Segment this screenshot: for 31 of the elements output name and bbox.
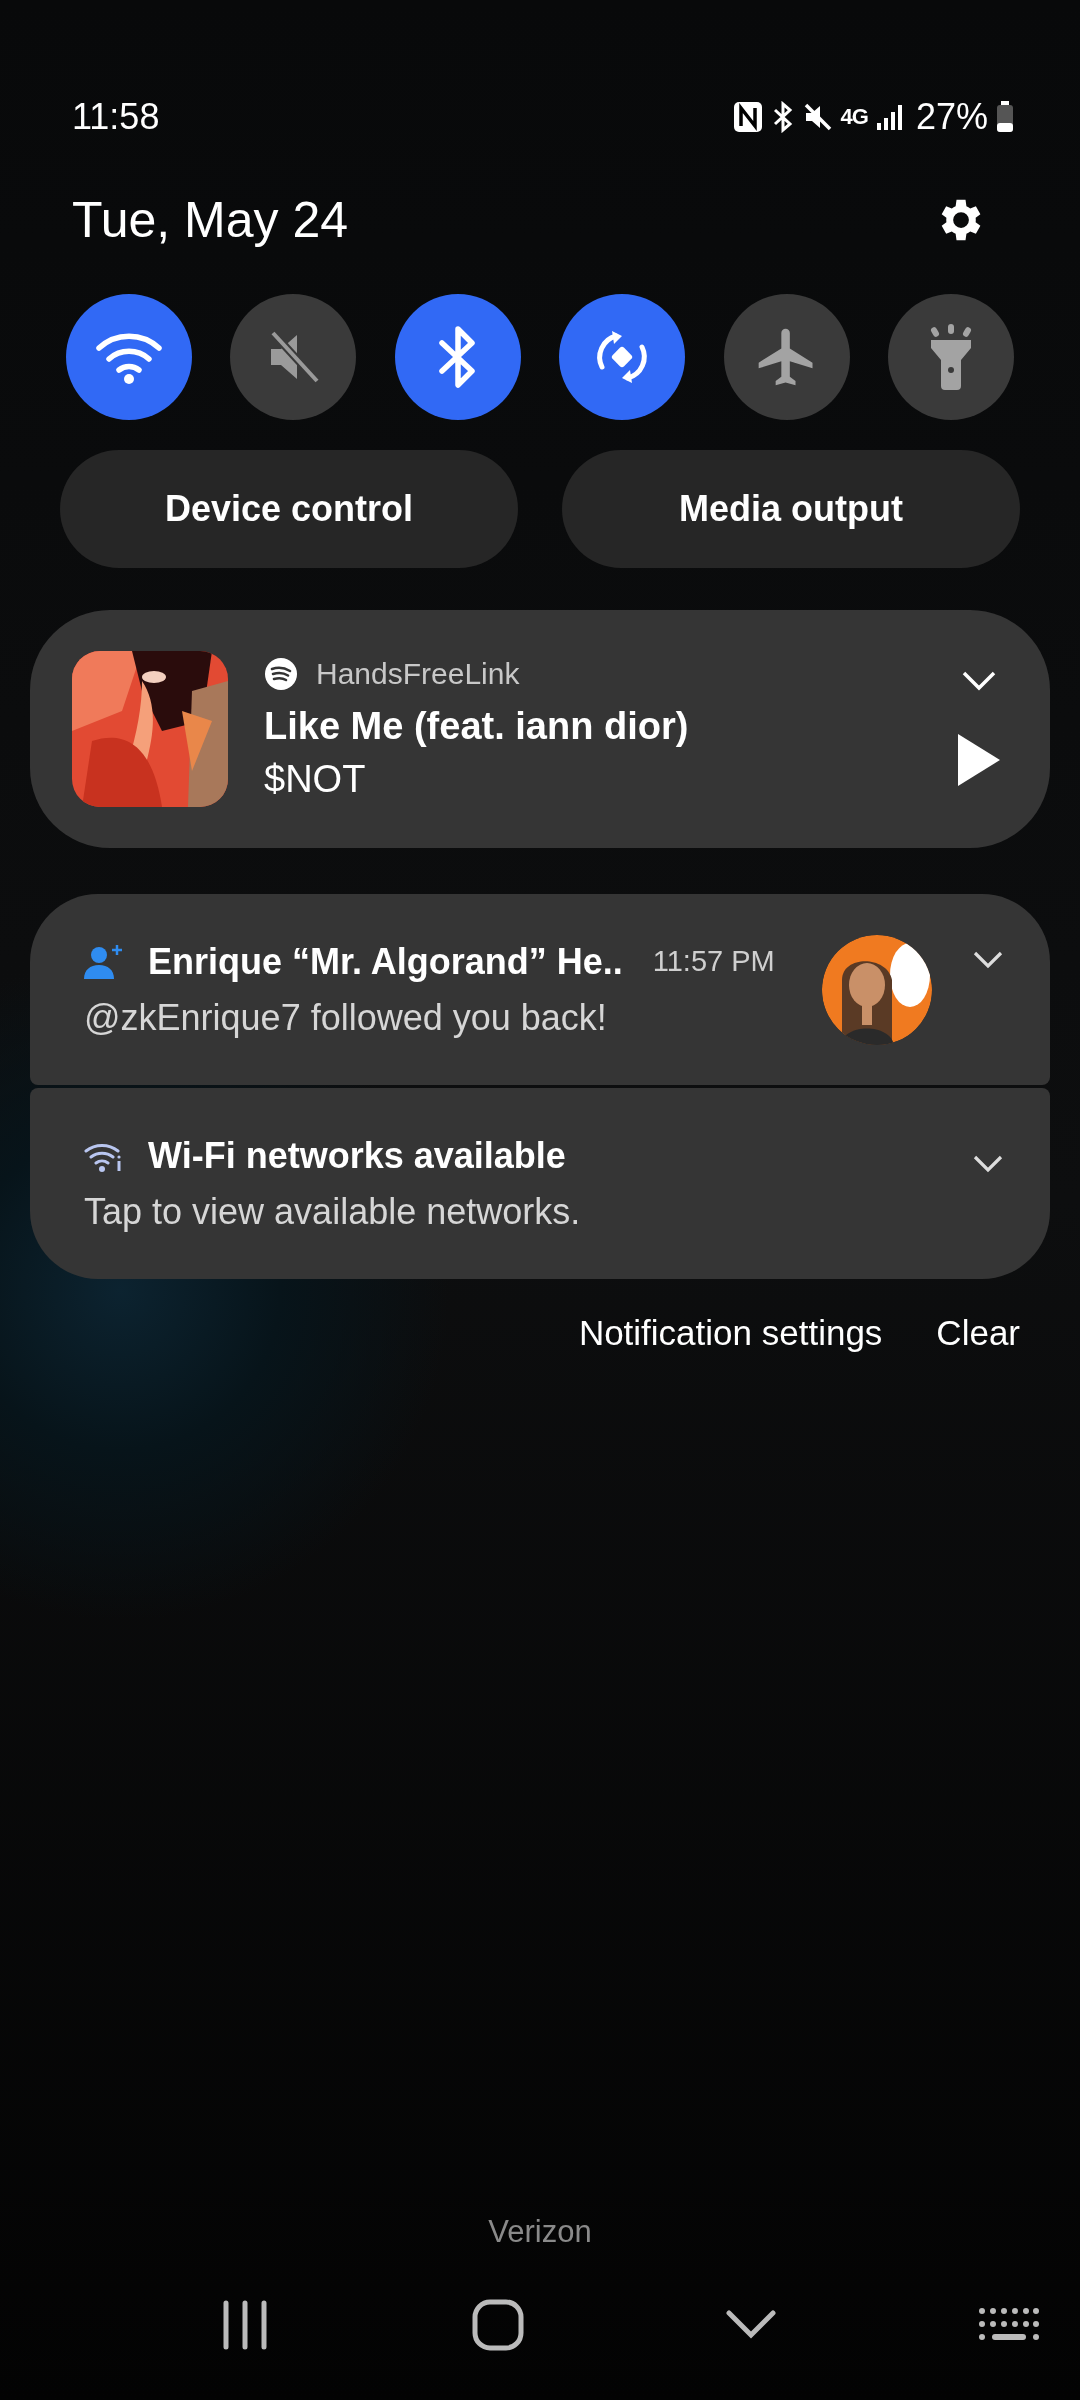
notification-title: Enrique “Mr. Algorand” He.. <box>148 940 623 983</box>
expand-icon[interactable] <box>972 1154 1004 1174</box>
song-artist: $NOT <box>264 758 367 801</box>
battery-percent: 27% <box>915 96 988 138</box>
shortcut-button[interactable]: Media output <box>562 450 1020 568</box>
song-title: Like Me (feat. iann dior) <box>264 705 690 748</box>
notification-card[interactable]: Enrique “Mr. Algorand” He.. 11:57 PM @zkEnrique7 followed you back! <box>30 894 1050 1085</box>
music-app-icon <box>264 657 298 691</box>
shortcut-button[interactable]: Device control <box>60 450 518 568</box>
back-icon[interactable] <box>725 2309 778 2341</box>
status-time: 11:58 <box>72 96 160 138</box>
notification-time: 11:57 PM <box>652 945 775 978</box>
nfc-icon <box>732 101 763 133</box>
signal-icon <box>875 103 904 131</box>
play-icon[interactable] <box>956 732 1002 788</box>
home-icon[interactable] <box>470 2298 525 2352</box>
media-source: HandsFreeLink <box>316 657 520 691</box>
notification-title: Wi-Fi networks available <box>148 1134 566 1177</box>
notification-text: @zkEnrique7 followed you back! <box>84 996 608 1039</box>
network-type: 4G <box>840 104 868 130</box>
mute-icon <box>802 102 833 132</box>
add-person-icon <box>84 942 124 981</box>
carrier-name: Verizon <box>488 2214 592 2250</box>
keyboard-icon[interactable] <box>977 2307 1040 2343</box>
footer-action[interactable]: Clear <box>914 1299 1042 1367</box>
footer-action[interactable]: Notification settings <box>556 1299 905 1367</box>
notification-text: Tap to view available networks. <box>84 1190 582 1233</box>
notification-card[interactable]: Wi-Fi networks available Tap to view available networks. <box>30 1088 1050 1279</box>
expand-icon[interactable] <box>972 950 1004 970</box>
date: Tue, May 24 <box>72 191 349 249</box>
battery-icon <box>996 101 1014 133</box>
